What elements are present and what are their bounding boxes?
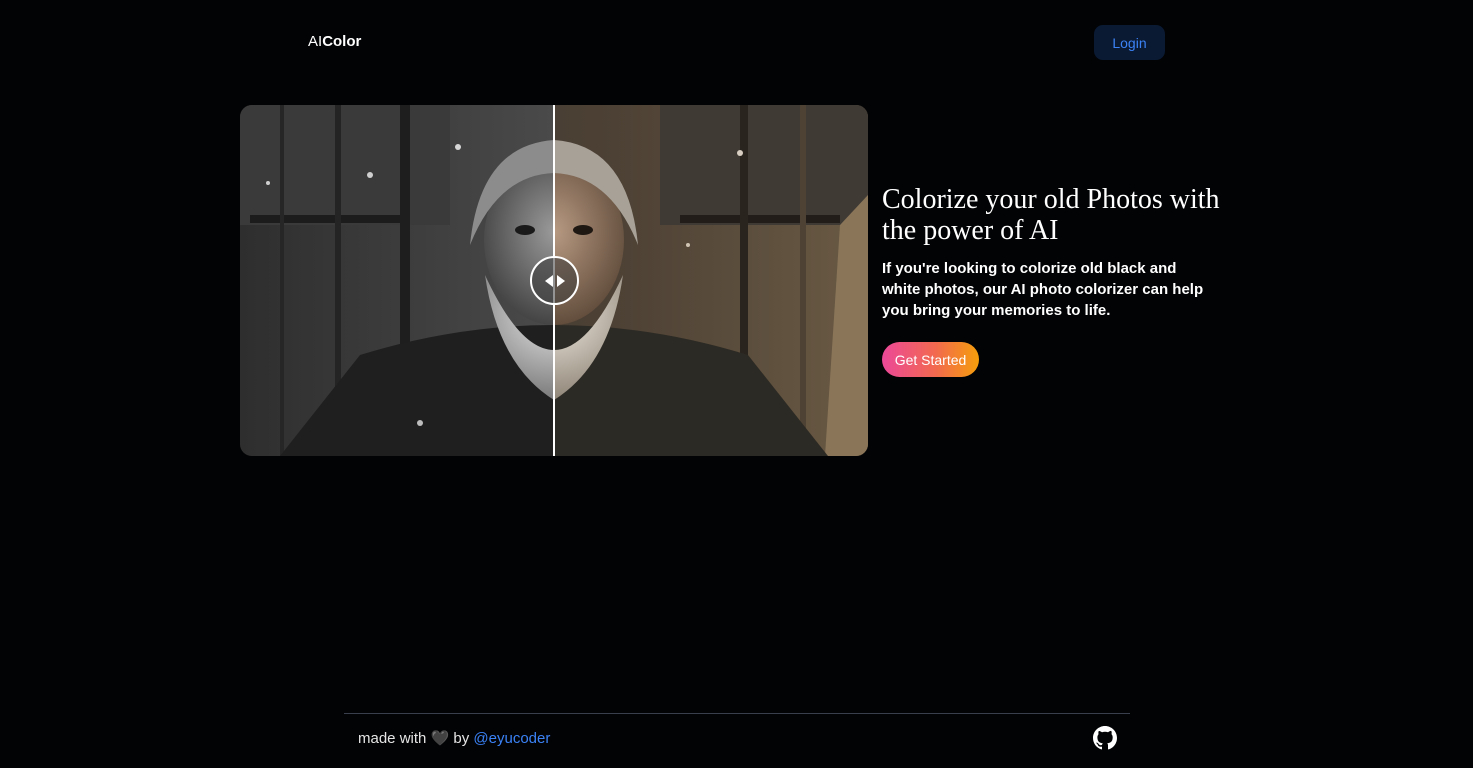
before-after-compare-slider[interactable] [240, 105, 868, 456]
author-link[interactable]: @eyucoder [473, 730, 550, 747]
login-button[interactable]: Login [1094, 25, 1165, 60]
footer-divider [344, 713, 1130, 714]
footer-by: by [453, 730, 470, 747]
footer-credit: made with 🖤 by @eyucoder [358, 729, 550, 749]
heart-icon: 🖤 [430, 730, 450, 747]
get-started-button[interactable]: Get Started [882, 342, 979, 377]
arrow-left-icon [544, 274, 553, 287]
left-right-arrows-icon[interactable] [530, 256, 579, 305]
arrow-right-icon [556, 274, 565, 287]
footer-made-with: made with [358, 730, 427, 747]
hero-description: If you're looking to colorize old black … [882, 260, 1204, 319]
github-icon[interactable] [1093, 726, 1117, 750]
logo-prefix: AI [308, 33, 323, 50]
hero-title: Colorize your old Photos with the power … [882, 184, 1220, 246]
logo-strong: Color [322, 33, 362, 50]
logo[interactable]: AIColor [308, 32, 361, 52]
